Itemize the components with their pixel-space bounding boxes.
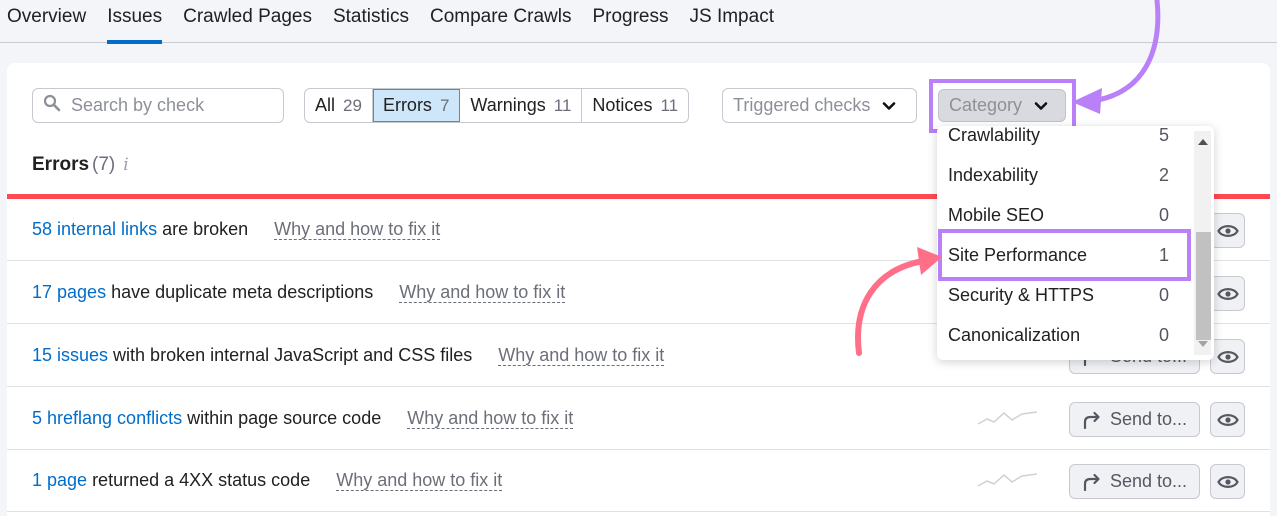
- tab-compare-crawls[interactable]: Compare Crawls: [430, 0, 571, 42]
- menu-item-label: Indexability: [948, 164, 1039, 185]
- menu-item-count: 0: [1158, 284, 1169, 305]
- errors-title: Errors: [32, 154, 90, 175]
- issue-description: have duplicate meta descriptions: [106, 282, 374, 302]
- search-box[interactable]: [32, 88, 284, 123]
- tab-progress[interactable]: Progress: [592, 0, 668, 42]
- scroll-up-arrow-icon[interactable]: [1198, 139, 1208, 145]
- issue-description: are broken: [157, 219, 249, 239]
- view-button[interactable]: [1210, 213, 1245, 248]
- info-icon[interactable]: i: [123, 155, 128, 175]
- menu-item-canonicalization[interactable]: Canonicalization 0: [937, 315, 1193, 355]
- why-and-how-link[interactable]: Why and how to fix it: [498, 345, 665, 366]
- filter-label: Errors: [382, 95, 432, 115]
- filter-label: All: [315, 95, 336, 115]
- search-icon: [43, 94, 61, 117]
- scroll-down-arrow-icon[interactable]: [1198, 341, 1208, 347]
- issue-description: within page source code: [182, 408, 382, 428]
- view-button[interactable]: [1210, 276, 1245, 311]
- issue-link[interactable]: 15 issues: [32, 345, 108, 365]
- filter-count: 7: [439, 95, 450, 115]
- why-and-how-link[interactable]: Why and how to fix it: [336, 470, 503, 491]
- menu-scrollbar[interactable]: [1194, 131, 1211, 355]
- trend-sparkline: [977, 473, 1038, 487]
- issue-link[interactable]: 5 hreflang conflicts: [32, 408, 182, 428]
- eye-icon: [1216, 224, 1239, 237]
- eye-icon: [1216, 475, 1239, 488]
- category-highlight-box: [929, 79, 1076, 133]
- issue-description: with broken internal JavaScript and CSS …: [108, 345, 473, 365]
- eye-icon: [1216, 350, 1239, 363]
- menu-item-label: Mobile SEO: [948, 204, 1045, 225]
- send-to-button[interactable]: Send to...: [1069, 402, 1200, 437]
- send-to-button[interactable]: Send to...: [1069, 464, 1200, 499]
- filter-label: Warnings: [470, 95, 546, 115]
- view-button[interactable]: [1210, 464, 1245, 499]
- menu-item-count: 5: [1158, 126, 1169, 145]
- filter-notices[interactable]: Notices 11: [582, 89, 688, 122]
- tab-issues[interactable]: Issues: [107, 0, 162, 44]
- menu-item-label: Security & HTTPS: [948, 284, 1095, 305]
- issue-text: 1 page returned a 4XX status code Why and…: [32, 470, 503, 491]
- chevron-down-icon: [883, 101, 896, 110]
- why-and-how-link[interactable]: Why and how to fix it: [407, 408, 574, 429]
- tab-overview[interactable]: Overview: [7, 0, 86, 42]
- filter-errors[interactable]: Errors 7: [372, 89, 461, 122]
- filter-count: 29: [343, 95, 362, 115]
- why-and-how-link[interactable]: Why and how to fix it: [274, 219, 441, 240]
- issue-text: 17 pages have duplicate meta description…: [32, 282, 566, 303]
- view-button[interactable]: [1210, 339, 1245, 374]
- menu-item-count: 0: [1158, 324, 1169, 345]
- tab-crawled-pages[interactable]: Crawled Pages: [183, 0, 312, 42]
- issue-link[interactable]: 17 pages: [32, 282, 106, 302]
- severity-filter: All 29 Errors 7 Warnings 11 Notices 11: [304, 88, 690, 123]
- site-performance-highlight-box: [938, 229, 1191, 281]
- view-button[interactable]: [1210, 402, 1245, 437]
- filter-warnings[interactable]: Warnings 11: [460, 89, 583, 122]
- menu-item-label: Canonicalization: [948, 324, 1081, 345]
- menu-item-count: 2: [1158, 164, 1169, 185]
- eye-icon: [1216, 413, 1239, 426]
- menu-item-security-https[interactable]: Security & HTTPS 0: [937, 275, 1193, 315]
- menu-item-label: Crawlability: [948, 126, 1041, 145]
- issue-row: 5 hreflang conflicts within page source …: [7, 388, 1270, 450]
- errors-heading: Errors (7) i: [32, 154, 129, 176]
- trend-sparkline: [977, 411, 1038, 425]
- issue-text: 58 internal links are broken Why and how …: [32, 219, 441, 240]
- filter-all[interactable]: All 29: [305, 89, 373, 122]
- menu-item-count: 0: [1158, 204, 1169, 225]
- issue-link[interactable]: 1 page: [32, 470, 87, 490]
- share-arrow-icon: [1083, 473, 1100, 491]
- eye-icon: [1216, 287, 1239, 300]
- scrollbar-thumb[interactable]: [1196, 232, 1211, 340]
- issue-link[interactable]: 58 internal links: [32, 219, 157, 239]
- tab-js-impact[interactable]: JS Impact: [690, 0, 774, 42]
- filter-count: 11: [660, 95, 679, 115]
- search-input[interactable]: [71, 95, 271, 116]
- send-to-label: Send to...: [1110, 471, 1188, 491]
- errors-count: (7): [92, 154, 116, 175]
- share-arrow-icon: [1083, 411, 1100, 429]
- issue-text: 15 issues with broken internal JavaScrip…: [32, 345, 665, 366]
- issue-description: returned a 4XX status code: [87, 470, 311, 490]
- tab-bar: Overview Issues Crawled Pages Statistics…: [0, 0, 1277, 44]
- menu-item-crawlability[interactable]: Crawlability 5: [937, 126, 1193, 155]
- filter-label: Notices: [592, 95, 653, 115]
- site-audit-issues-page: Overview Issues Crawled Pages Statistics…: [0, 0, 1277, 516]
- triggered-checks-dropdown[interactable]: Triggered checks: [722, 88, 917, 123]
- tab-statistics[interactable]: Statistics: [333, 0, 409, 42]
- issue-text: 5 hreflang conflicts within page source …: [32, 408, 574, 429]
- menu-item-indexability[interactable]: Indexability 2: [937, 155, 1193, 195]
- send-to-label: Send to...: [1110, 409, 1188, 429]
- why-and-how-link[interactable]: Why and how to fix it: [399, 282, 566, 303]
- filter-count: 11: [553, 95, 572, 115]
- issue-row: 1 page returned a 4XX status code Why and…: [7, 450, 1270, 512]
- triggered-checks-label: Triggered checks: [733, 95, 871, 115]
